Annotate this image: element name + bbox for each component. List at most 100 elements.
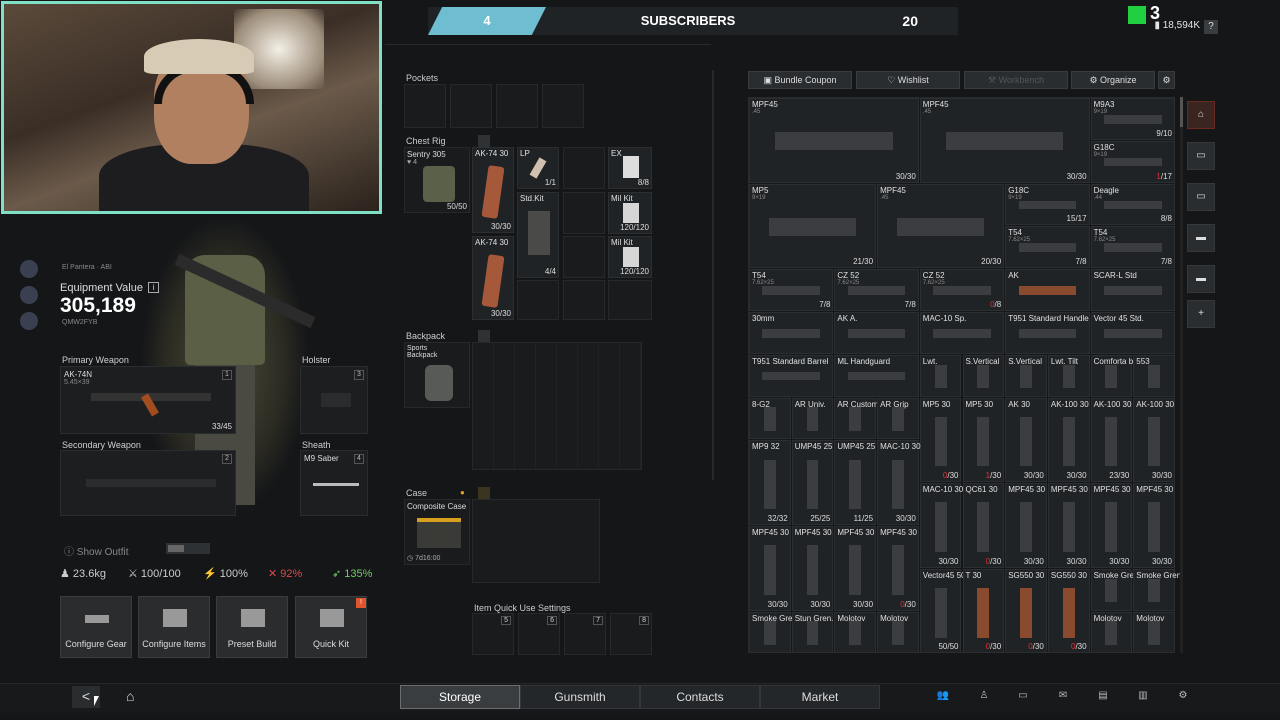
storage-item[interactable]: S.Vertical xyxy=(1005,354,1047,397)
gear-icon[interactable]: ⚙ xyxy=(1158,71,1175,89)
painkiller-item[interactable]: LP 1/1 xyxy=(517,147,559,189)
organize-button[interactable]: ⚙ Organize xyxy=(1071,71,1155,89)
storage-item[interactable]: Molotov xyxy=(834,611,877,654)
storage-item[interactable]: S.Vertical xyxy=(962,354,1005,397)
storage-item[interactable]: MP5 30 1/30 xyxy=(962,397,1005,483)
chat-icon[interactable]: ▭ xyxy=(1014,690,1032,704)
storage-item[interactable]: MPF45 30 30/30 xyxy=(1047,483,1090,568)
settings-icon[interactable]: ⚙ xyxy=(1174,690,1192,704)
backpack-slot[interactable]: Sports Backpack xyxy=(404,342,470,408)
plus-icon[interactable]: + xyxy=(1187,300,1215,328)
pocket-slot[interactable] xyxy=(542,84,584,128)
storage-item[interactable]: T 30 0/30 xyxy=(962,568,1005,654)
storage-item[interactable]: G18C 9×19 15/17 xyxy=(1005,183,1090,226)
chest-rig-slot[interactable]: Sentry 305 ♥ 4 50/50 xyxy=(404,147,470,213)
pocket-slot[interactable] xyxy=(450,84,492,128)
configure-gear-button[interactable]: Configure Gear xyxy=(60,596,132,658)
help-button[interactable]: ? xyxy=(1204,20,1218,34)
storage-item[interactable]: 30mm xyxy=(749,312,834,354)
storage-item[interactable]: MPF45 30 30/30 xyxy=(1005,483,1047,568)
notes-icon[interactable]: ▥ xyxy=(1134,690,1152,704)
sheath-slot[interactable]: M9 Saber 4 xyxy=(300,450,368,516)
storage-home-icon[interactable]: ⌂ xyxy=(1187,101,1215,129)
storage-item[interactable]: 553 xyxy=(1133,354,1175,397)
storage-item[interactable]: AR Grip xyxy=(877,397,919,440)
shop-icon[interactable]: ▤ xyxy=(1094,690,1112,704)
storage-item[interactable]: QC61 30 0/30 xyxy=(962,483,1005,568)
storage-item[interactable]: SG550 30 0/30 xyxy=(1005,568,1047,654)
storage-item[interactable]: Vector 45 Std. xyxy=(1090,312,1175,354)
magazine-item[interactable]: AK-74 30 30/30 xyxy=(472,147,514,233)
storage-item[interactable]: Molotov xyxy=(1133,611,1175,654)
friend-icon[interactable]: ♙ xyxy=(975,690,993,704)
storage-item[interactable]: Vector45 50 50/50 xyxy=(919,568,966,654)
storage-item[interactable]: Smoke Gren xyxy=(749,611,797,654)
key-icon[interactable] xyxy=(478,487,490,499)
storage-item[interactable]: AR Univ. xyxy=(791,397,834,440)
storage-scrollbar[interactable] xyxy=(1180,97,1183,653)
storage-item[interactable]: AR Custom xyxy=(834,397,878,440)
storage-item[interactable]: MPF45 30 30/30 xyxy=(1133,483,1175,568)
storage-item[interactable]: AK-100 30 30/30 xyxy=(1133,397,1175,483)
home-icon[interactable]: ⌂ xyxy=(126,688,134,704)
storage-item[interactable]: SCAR-L Std xyxy=(1090,269,1175,311)
empty-slot[interactable] xyxy=(563,236,605,278)
holster-slot[interactable]: 3 xyxy=(300,366,368,434)
storage-item[interactable]: T54 7.62×25 7/8 xyxy=(749,269,834,311)
storage-item[interactable]: 8-G2 xyxy=(749,397,791,440)
storage-item[interactable]: MPF45 30 30/30 xyxy=(1090,483,1133,568)
configure-items-button[interactable]: Configure Items xyxy=(138,596,210,658)
storage-item[interactable]: Smoke Gren xyxy=(1090,568,1139,611)
tab-storage[interactable]: Storage xyxy=(400,685,520,709)
quick-use-slot[interactable]: 6 xyxy=(518,613,560,655)
workbench-button[interactable]: ⚒ Workbench xyxy=(964,71,1068,89)
quick-use-slot[interactable]: 7 xyxy=(564,613,606,655)
storage-item[interactable]: Smoke Gren xyxy=(1133,568,1181,611)
storage-item[interactable]: AK xyxy=(1005,269,1090,311)
magazine-item[interactable]: AK-74 30 30/30 xyxy=(472,236,514,320)
storage-item[interactable]: Molotov xyxy=(877,611,919,654)
medkit-item[interactable]: EX 8/8 xyxy=(608,147,652,189)
empty-slot[interactable] xyxy=(563,280,605,320)
crate-icon[interactable]: ▭ xyxy=(1187,183,1215,211)
tab-market[interactable]: Market xyxy=(760,685,880,709)
pocket-slot[interactable] xyxy=(404,84,446,128)
storage-item[interactable]: CZ 52 7.62×25 0/8 xyxy=(919,269,1005,311)
storage-item[interactable]: AK-100 30 23/30 xyxy=(1090,397,1133,483)
empty-slot[interactable] xyxy=(517,280,559,320)
storage-item[interactable]: SG550 30 0/30 xyxy=(1047,568,1090,654)
team-icon[interactable]: 👥 xyxy=(934,690,952,704)
storage-item[interactable]: Comforta ble FG xyxy=(1090,354,1153,397)
storage-item[interactable]: T54 7.62×25 7/8 xyxy=(1090,226,1175,269)
medkit-item[interactable]: Std.Kit 4/4 xyxy=(517,192,559,278)
backpack-grid[interactable] xyxy=(472,342,642,470)
storage-item[interactable]: AK-100 30 30/30 xyxy=(1047,397,1090,483)
storage-item[interactable]: CZ 52 7.62×25 7/8 xyxy=(834,269,919,311)
storage-item[interactable]: MP5 30 0/30 xyxy=(919,397,962,483)
storage-item[interactable]: AK A. xyxy=(834,312,919,354)
storage-item[interactable]: UMP45 25 11/25 xyxy=(834,440,877,525)
storage-item[interactable]: MPF45.45 30/30 xyxy=(919,98,1090,183)
storage-item[interactable]: G18C 9×19 1/17 xyxy=(1090,140,1175,183)
storage-item[interactable]: MAC-10 30 30/30 xyxy=(919,483,963,568)
primary-weapon-slot[interactable]: AK-74N 5.45×39 1 33/45 xyxy=(60,366,236,434)
quick-use-slot[interactable]: 8 xyxy=(610,613,652,655)
storage-item[interactable]: UMP45 25 25/25 xyxy=(791,440,834,525)
truck-icon[interactable]: ▬ xyxy=(1187,224,1215,252)
storage-item[interactable]: Stun Gren. xyxy=(791,611,834,654)
storage-item[interactable]: Lwt. xyxy=(919,354,962,397)
storage-item[interactable]: MP9 32 32/32 xyxy=(749,440,791,525)
show-outfit[interactable]: ⓘ Show Outfit xyxy=(64,543,128,558)
medkit-item[interactable]: Mil Kit 120/120 xyxy=(608,192,652,234)
case-icon[interactable] xyxy=(478,330,490,342)
bundle-coupon-button[interactable]: ▣ Bundle Coupon xyxy=(748,71,852,89)
crate-icon[interactable]: ▭ xyxy=(1187,142,1215,170)
storage-item[interactable]: MPF45.45 30/30 xyxy=(749,98,919,183)
secondary-weapon-slot[interactable]: 2 xyxy=(60,450,236,516)
preset-build-button[interactable]: Preset Build xyxy=(216,596,288,658)
medkit-item[interactable]: Mil Kit 120/120 xyxy=(608,236,652,278)
storage-item[interactable]: ML Handguard xyxy=(834,354,919,397)
storage-item[interactable]: MPF45 30 30/30 xyxy=(749,526,791,611)
empty-slot[interactable] xyxy=(608,280,652,320)
mail-icon[interactable]: ✉ xyxy=(1054,690,1072,704)
